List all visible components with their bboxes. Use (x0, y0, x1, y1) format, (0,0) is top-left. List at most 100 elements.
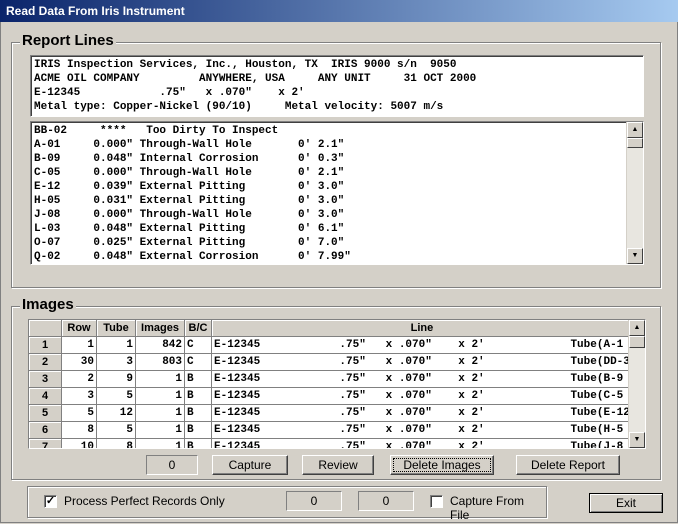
report-line-item[interactable]: O-07 0.025" External Pitting 0' 7.0" (31, 236, 643, 250)
report-header-line: Metal type: Copper-Nickel (90/10) Metal … (34, 101, 444, 113)
cell-row[interactable]: 5 (61, 404, 97, 422)
col-images-header[interactable]: Images (135, 320, 185, 337)
cell-bc[interactable]: B (184, 421, 212, 439)
images-group: Images Row Tube Images B/C Line 1 1 1 842 C E… (11, 296, 661, 480)
report-lines-scrollbar[interactable]: ▲ ▼ (626, 122, 643, 264)
report-header-line: ACME OIL COMPANY ANYWHERE, USA ANY UNIT … (34, 73, 477, 85)
capture-button[interactable]: Capture (212, 455, 288, 475)
main-window: Report Lines IRIS Inspection Services, I… (0, 22, 678, 523)
row-header[interactable]: 3 (29, 370, 62, 388)
images-title: Images (20, 296, 76, 313)
report-line-item[interactable]: A-01 0.000" Through-Wall Hole 0' 2.1" (31, 138, 643, 152)
report-lines-list[interactable]: BB-02 **** Too Dirty To Inspect A-01 0.00… (30, 121, 644, 265)
cell-row[interactable]: 30 (61, 353, 97, 371)
table-row[interactable]: 3 2 9 1 B E-12345 .75" x .070" x 2' Tube(B-9 (29, 370, 633, 388)
cell-row[interactable]: 1 (61, 336, 97, 354)
process-perfect-checkbox[interactable]: ✓ (44, 495, 57, 508)
cell-images[interactable]: 803 (135, 353, 185, 371)
cell-line[interactable]: E-12345 .75" x .070" x 2' Tube(H-5 (211, 421, 633, 439)
report-line-item[interactable]: B-09 0.048" Internal Corrosion 0' 0.3" (31, 152, 643, 166)
cell-bc[interactable]: C (184, 336, 212, 354)
scroll-down-icon[interactable]: ▼ (627, 248, 643, 264)
capture-from-file-checkbox[interactable] (430, 495, 443, 508)
cell-bc[interactable]: B (184, 438, 212, 448)
cell-tube[interactable]: 5 (96, 421, 136, 439)
review-button[interactable]: Review (302, 455, 374, 475)
report-lines-group: Report Lines IRIS Inspection Services, I… (11, 32, 661, 288)
report-line-item[interactable]: L-03 0.048" External Pitting 0' 6.1" (31, 222, 643, 236)
cell-bc[interactable]: B (184, 387, 212, 405)
cell-row[interactable]: 3 (61, 387, 97, 405)
cell-bc[interactable]: B (184, 370, 212, 388)
col-line-header[interactable]: Line (211, 320, 633, 337)
cell-tube[interactable]: 12 (96, 404, 136, 422)
cell-line[interactable]: E-12345 .75" x .070" x 2' Tube(J-8 (211, 438, 633, 448)
table-row[interactable]: 1 1 1 842 C E-12345 .75" x .070" x 2' Tube(A-… (29, 336, 633, 354)
cell-row[interactable]: 8 (61, 421, 97, 439)
cell-line[interactable]: E-12345 .75" x .070" x 2' Tube(A-1 (211, 336, 633, 354)
report-header-line: E-12345 .75" x .070" x 2' (34, 87, 305, 99)
cell-tube[interactable]: 5 (96, 387, 136, 405)
col-tube-header[interactable]: Tube (96, 320, 136, 337)
col-bc-header[interactable]: B/C (184, 320, 212, 337)
delete-images-button[interactable]: Delete Images (390, 455, 494, 475)
report-header-box: IRIS Inspection Services, Inc., Houston,… (30, 55, 644, 117)
report-line-item[interactable]: H-05 0.031" External Pitting 0' 3.0" (31, 194, 643, 208)
report-header-line: IRIS Inspection Services, Inc., Houston,… (34, 59, 457, 71)
cell-tube[interactable]: 9 (96, 370, 136, 388)
window-title: Read Data From Iris Instrument (6, 4, 185, 18)
report-lines-title: Report Lines (20, 32, 116, 49)
row-header[interactable]: 6 (29, 421, 62, 439)
cell-row[interactable]: 2 (61, 370, 97, 388)
delete-report-button[interactable]: Delete Report (516, 455, 620, 475)
title-bar: Read Data From Iris Instrument (0, 0, 678, 22)
row-header[interactable]: 2 (29, 353, 62, 371)
report-line-item[interactable]: BB-02 **** Too Dirty To Inspect (31, 124, 643, 138)
cell-line[interactable]: E-12345 .75" x .070" x 2' Tube(B-9 (211, 370, 633, 388)
cell-tube[interactable]: 1 (96, 336, 136, 354)
cell-images[interactable]: 1 (135, 404, 185, 422)
table-row[interactable]: 5 5 12 1 B E-12345 .75" x .070" x 2' Tube(E-1… (29, 404, 633, 422)
row-header[interactable]: 4 (29, 387, 62, 405)
row-header[interactable]: 1 (29, 336, 62, 354)
exit-button[interactable]: Exit (589, 493, 663, 513)
cell-line[interactable]: E-12345 .75" x .070" x 2' Tube(E-12 (211, 404, 633, 422)
cell-bc[interactable]: B (184, 404, 212, 422)
scroll-thumb[interactable] (629, 336, 645, 348)
cell-line[interactable]: E-12345 .75" x .070" x 2' Tube(DD-3 (211, 353, 633, 371)
scroll-thumb[interactable] (627, 138, 643, 148)
row-header[interactable]: 7 (29, 438, 62, 448)
report-line-item[interactable]: E-12 0.039" External Pitting 0' 3.0" (31, 180, 643, 194)
scroll-down-icon[interactable]: ▼ (629, 432, 645, 448)
cell-images[interactable]: 1 (135, 387, 185, 405)
scroll-up-icon[interactable]: ▲ (629, 320, 645, 336)
report-line-item[interactable]: Q-02 0.048" External Corrosion 0' 7.99" (31, 250, 643, 264)
row-header[interactable]: 5 (29, 404, 62, 422)
scroll-up-icon[interactable]: ▲ (627, 122, 643, 138)
col-row-header[interactable]: Row (61, 320, 97, 337)
table-row[interactable]: 2 30 3 803 C E-12345 .75" x .070" x 2' Tube(D… (29, 353, 633, 371)
options-group: ✓ Process Perfect Records Only 0 0 Captu… (27, 486, 547, 522)
report-line-item[interactable]: C-05 0.000" Through-Wall Hole 0' 2.1" (31, 166, 643, 180)
cell-tube[interactable]: 8 (96, 438, 136, 448)
table-row[interactable]: 6 8 5 1 B E-12345 .75" x .070" x 2' Tube(H-5 (29, 421, 633, 439)
counter-field-2: 0 (358, 491, 414, 511)
cell-images[interactable]: 1 (135, 438, 185, 448)
cell-bc[interactable]: C (184, 353, 212, 371)
grid-corner (29, 320, 62, 337)
image-count-field: 0 (146, 455, 198, 475)
table-row[interactable]: 4 3 5 1 B E-12345 .75" x .070" x 2' Tube(C-5 (29, 387, 633, 405)
process-perfect-label[interactable]: Process Perfect Records Only (64, 494, 225, 508)
cell-images[interactable]: 842 (135, 336, 185, 354)
counter-field-1: 0 (286, 491, 342, 511)
images-scrollbar[interactable]: ▲ ▼ (628, 320, 645, 448)
images-grid[interactable]: Row Tube Images B/C Line 1 1 1 842 C E-12345 … (28, 319, 646, 449)
report-line-item[interactable]: J-08 0.000" Through-Wall Hole 0' 3.0" (31, 208, 643, 222)
cell-images[interactable]: 1 (135, 370, 185, 388)
cell-tube[interactable]: 3 (96, 353, 136, 371)
cell-row[interactable]: 10 (61, 438, 97, 448)
table-row[interactable]: 7 10 8 1 B E-12345 .75" x .070" x 2' Tube(J-8 (29, 438, 633, 448)
cell-line[interactable]: E-12345 .75" x .070" x 2' Tube(C-5 (211, 387, 633, 405)
cell-images[interactable]: 1 (135, 421, 185, 439)
capture-from-file-label[interactable]: Capture From File (450, 494, 546, 522)
